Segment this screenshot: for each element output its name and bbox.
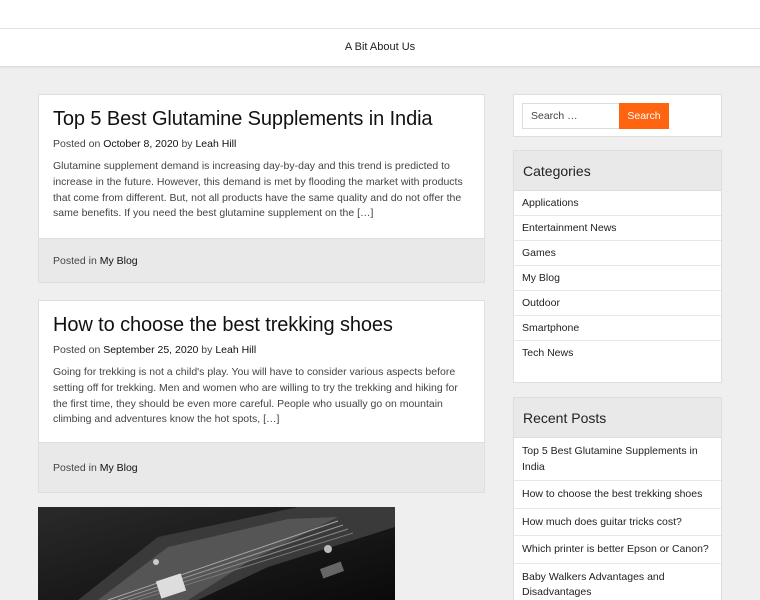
- category-link[interactable]: My Blog: [514, 266, 721, 291]
- top-bar: [0, 0, 760, 29]
- post-date-link[interactable]: September 25, 2020: [103, 344, 198, 356]
- post-title[interactable]: How to choose the best trekking shoes: [53, 313, 470, 337]
- posted-on-label: Posted on: [53, 138, 101, 150]
- categories-widget: Categories Applications Entertainment Ne…: [513, 150, 722, 383]
- post-meta: Posted on September 25, 2020 by Leah Hil…: [53, 343, 470, 357]
- by-label: by: [181, 138, 193, 150]
- post-author-link[interactable]: Leah Hill: [215, 344, 256, 356]
- category-link[interactable]: Outdoor: [514, 291, 721, 316]
- category-link[interactable]: Tech News: [514, 341, 721, 366]
- search-widget: Search … Search: [513, 94, 722, 137]
- post-category-link[interactable]: My Blog: [100, 255, 138, 267]
- category-link[interactable]: Applications: [514, 191, 721, 216]
- post-date-link[interactable]: October 8, 2020: [103, 138, 178, 150]
- recent-post-link[interactable]: How much does guitar tricks cost?: [514, 509, 721, 536]
- post-meta: Posted on October 8, 2020 by Leah Hill: [53, 137, 470, 151]
- widget-title: Categories: [514, 151, 721, 191]
- recent-post-link[interactable]: How to choose the best trekking shoes: [514, 481, 721, 509]
- recent-posts-list: Top 5 Best Glutamine Supplements in Indi…: [514, 438, 721, 600]
- recent-post-link[interactable]: Which printer is better Epson or Canon?: [514, 536, 721, 564]
- post-featured-image[interactable]: [38, 507, 395, 600]
- category-link[interactable]: Smartphone: [514, 316, 721, 341]
- post-category-link[interactable]: My Blog: [100, 462, 138, 474]
- post-card: How to choose the best trekking shoes Po…: [38, 300, 485, 493]
- search-button[interactable]: Search: [619, 103, 669, 129]
- nav-link-about[interactable]: A Bit About Us: [0, 41, 760, 53]
- main-navigation: A Bit About Us: [0, 29, 760, 67]
- by-label: by: [201, 344, 213, 356]
- search-input[interactable]: Search …: [522, 103, 620, 129]
- posted-in-label: Posted in: [53, 255, 97, 267]
- recent-posts-widget: Recent Posts Top 5 Best Glutamine Supple…: [513, 397, 722, 600]
- posted-in-label: Posted in: [53, 462, 97, 474]
- guitar-image: [38, 507, 395, 600]
- recent-post-link[interactable]: Baby Walkers Advantages and Disadvantage…: [514, 564, 721, 600]
- post-author-link[interactable]: Leah Hill: [195, 138, 236, 150]
- categories-list: Applications Entertainment News Games My…: [514, 191, 721, 366]
- category-link[interactable]: Entertainment News: [514, 216, 721, 241]
- post-excerpt: Glutamine supplement demand is increasin…: [53, 160, 463, 220]
- post-card: Top 5 Best Glutamine Supplements in Indi…: [38, 94, 485, 283]
- widget-title: Recent Posts: [514, 398, 721, 438]
- posted-on-label: Posted on: [53, 344, 101, 356]
- post-excerpt: Going for trekking is not a child's play…: [53, 366, 458, 426]
- category-link[interactable]: Games: [514, 241, 721, 266]
- post-footer: Posted in My Blog: [39, 238, 484, 282]
- post-title[interactable]: Top 5 Best Glutamine Supplements in Indi…: [53, 107, 470, 131]
- recent-post-link[interactable]: Top 5 Best Glutamine Supplements in Indi…: [514, 438, 721, 481]
- post-footer: Posted in My Blog: [39, 442, 484, 492]
